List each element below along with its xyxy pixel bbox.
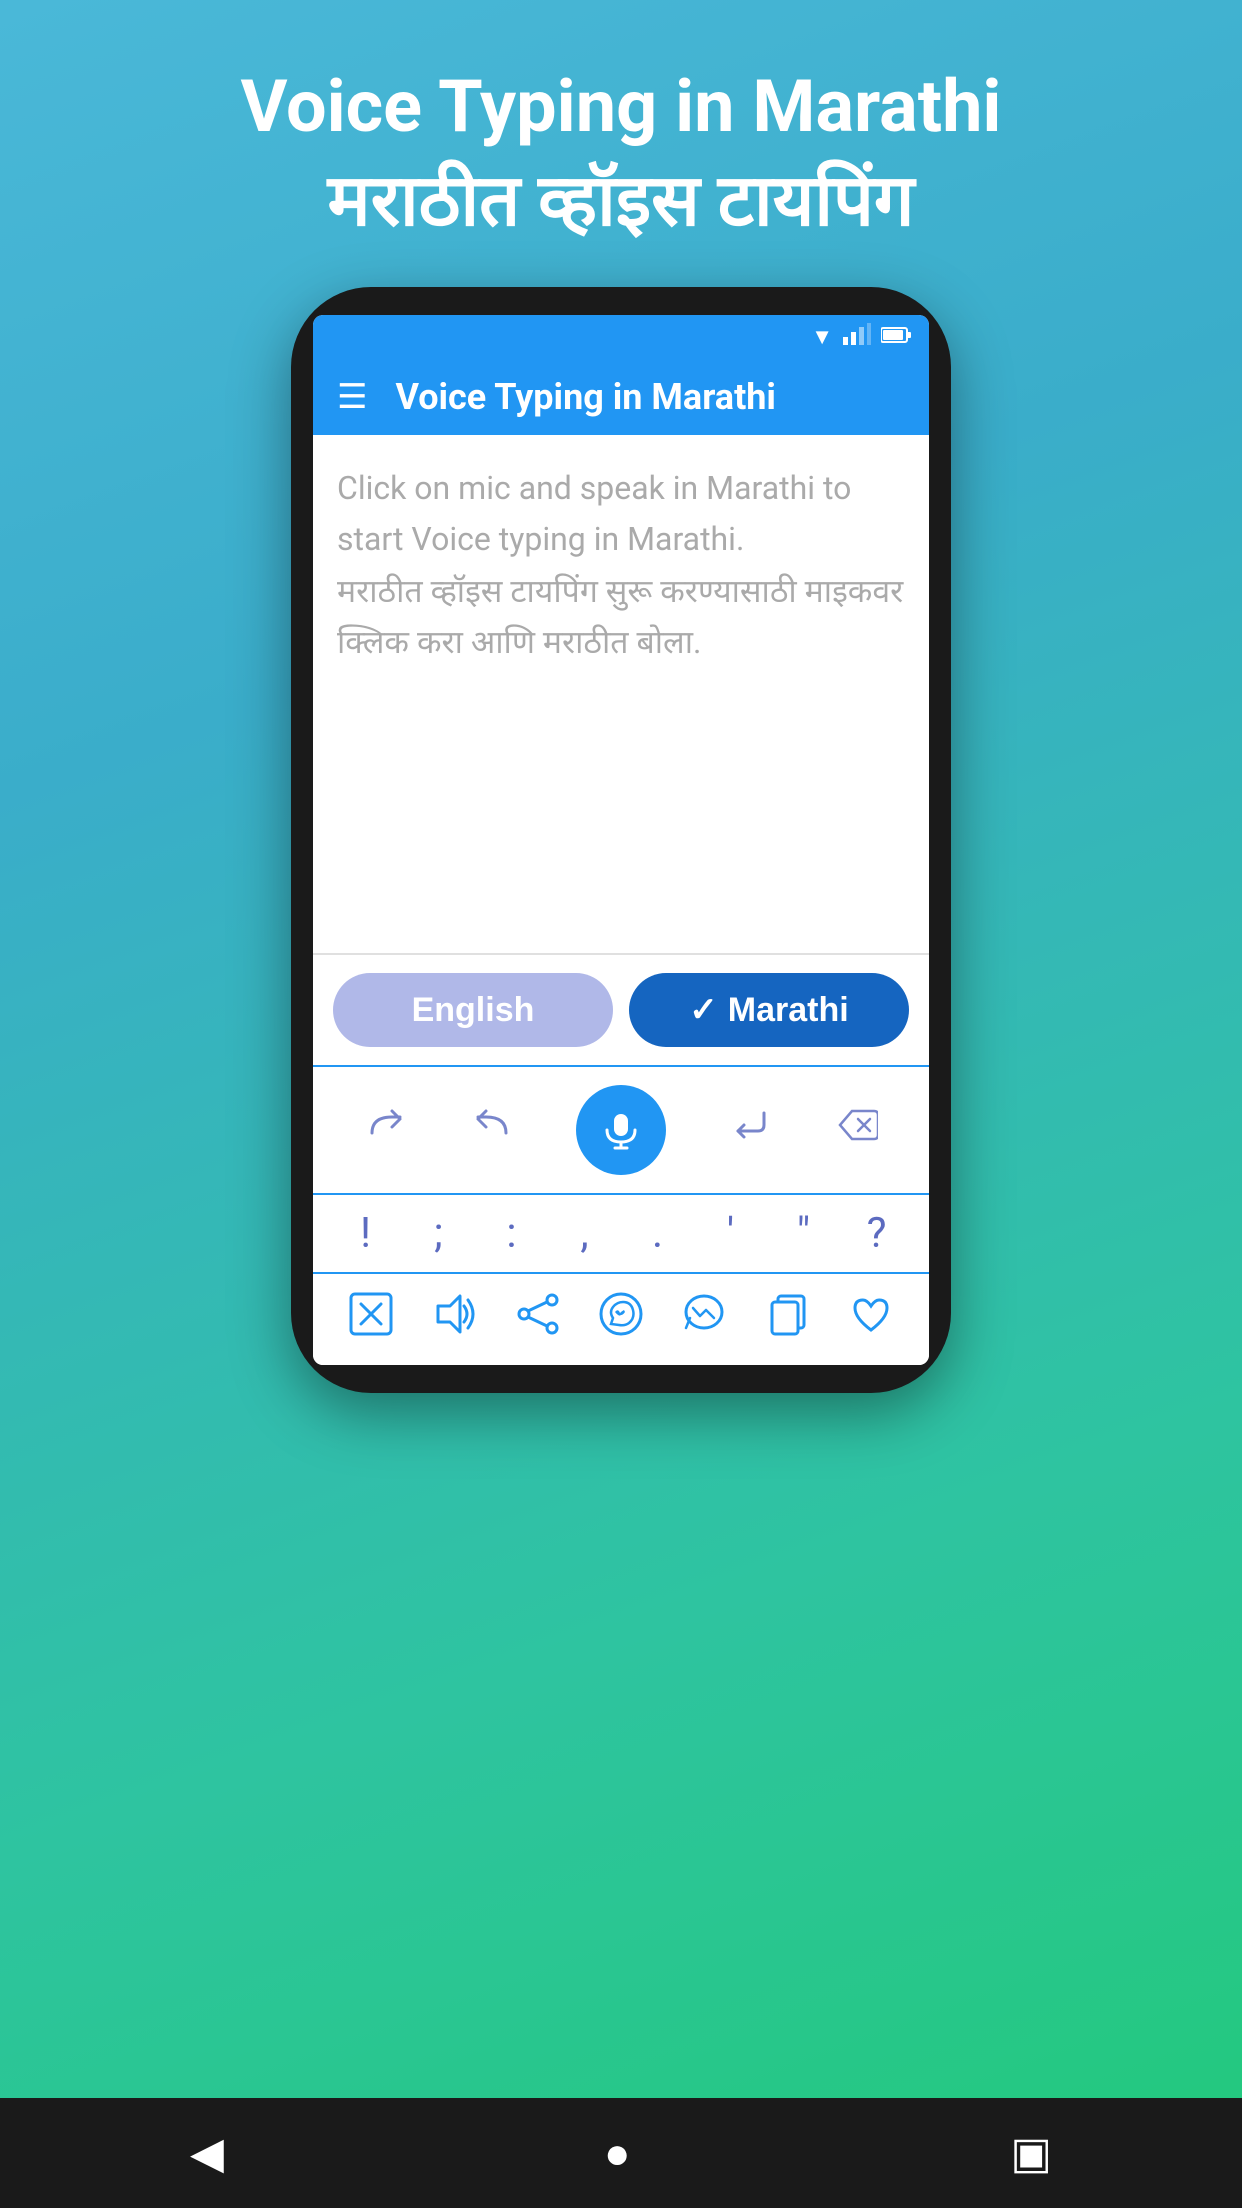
share-icon[interactable] <box>514 1290 562 1349</box>
punct-exclaim[interactable]: ! <box>336 1209 396 1258</box>
app-bar: ☰ Voice Typing in Marathi <box>313 359 929 435</box>
status-bar: ▼ <box>313 315 929 359</box>
speaker-icon[interactable] <box>430 1290 478 1349</box>
punct-question[interactable]: ? <box>847 1209 907 1258</box>
page-header: Voice Typing in Marathi मराठीत व्हॉइस टा… <box>201 0 1042 287</box>
punct-period[interactable]: . <box>628 1209 688 1258</box>
backspace-icon[interactable] <box>834 1103 878 1157</box>
bottom-actions <box>313 1274 929 1365</box>
whatsapp-icon[interactable] <box>597 1290 645 1349</box>
text-area[interactable]: Click on mic and speak in Marathi to sta… <box>313 435 929 955</box>
action-bar <box>313 1067 929 1195</box>
wifi-icon: ▼ <box>811 324 833 350</box>
punct-semicolon[interactable]: ; <box>409 1209 469 1258</box>
mic-button[interactable] <box>576 1085 666 1175</box>
punct-quote[interactable]: " <box>774 1209 834 1258</box>
favorite-icon[interactable] <box>847 1290 895 1349</box>
signal-icon <box>843 323 871 351</box>
punct-apostrophe[interactable]: ' <box>701 1209 761 1258</box>
punctuation-bar: ! ; : , . ' " ? <box>313 1195 929 1274</box>
punct-colon[interactable]: : <box>482 1209 542 1258</box>
phone-frame: ▼ ☰ Voice Typing in Ma <box>291 287 951 1393</box>
nav-recents-icon[interactable]: ▣ <box>1010 2127 1052 2179</box>
page-title: Voice Typing in Marathi मराठीत व्हॉइस टा… <box>241 60 1002 247</box>
marathi-button[interactable]: ✓ Marathi <box>629 973 909 1047</box>
language-bar: English ✓ Marathi <box>313 955 929 1067</box>
undo-icon[interactable] <box>470 1103 514 1157</box>
nav-back-icon[interactable]: ◀ <box>190 2127 224 2179</box>
english-button[interactable]: English <box>333 973 613 1047</box>
app-bar-title: Voice Typing in Marathi <box>395 376 775 418</box>
placeholder-text: Click on mic and speak in Marathi to sta… <box>337 463 905 668</box>
copy-icon[interactable] <box>764 1290 812 1349</box>
nav-bar: ◀ ● ▣ <box>0 2098 1242 2208</box>
redo-icon[interactable] <box>364 1103 408 1157</box>
messenger-icon[interactable] <box>680 1290 728 1349</box>
punct-comma[interactable]: , <box>555 1209 615 1258</box>
clear-icon[interactable] <box>347 1290 395 1349</box>
hamburger-icon[interactable]: ☰ <box>337 380 367 414</box>
enter-icon[interactable] <box>728 1103 772 1157</box>
nav-home-icon[interactable]: ● <box>604 2127 631 2179</box>
phone-screen: ▼ ☰ Voice Typing in Ma <box>313 315 929 1365</box>
checkmark-icon: ✓ <box>689 990 718 1030</box>
battery-icon <box>881 325 911 350</box>
